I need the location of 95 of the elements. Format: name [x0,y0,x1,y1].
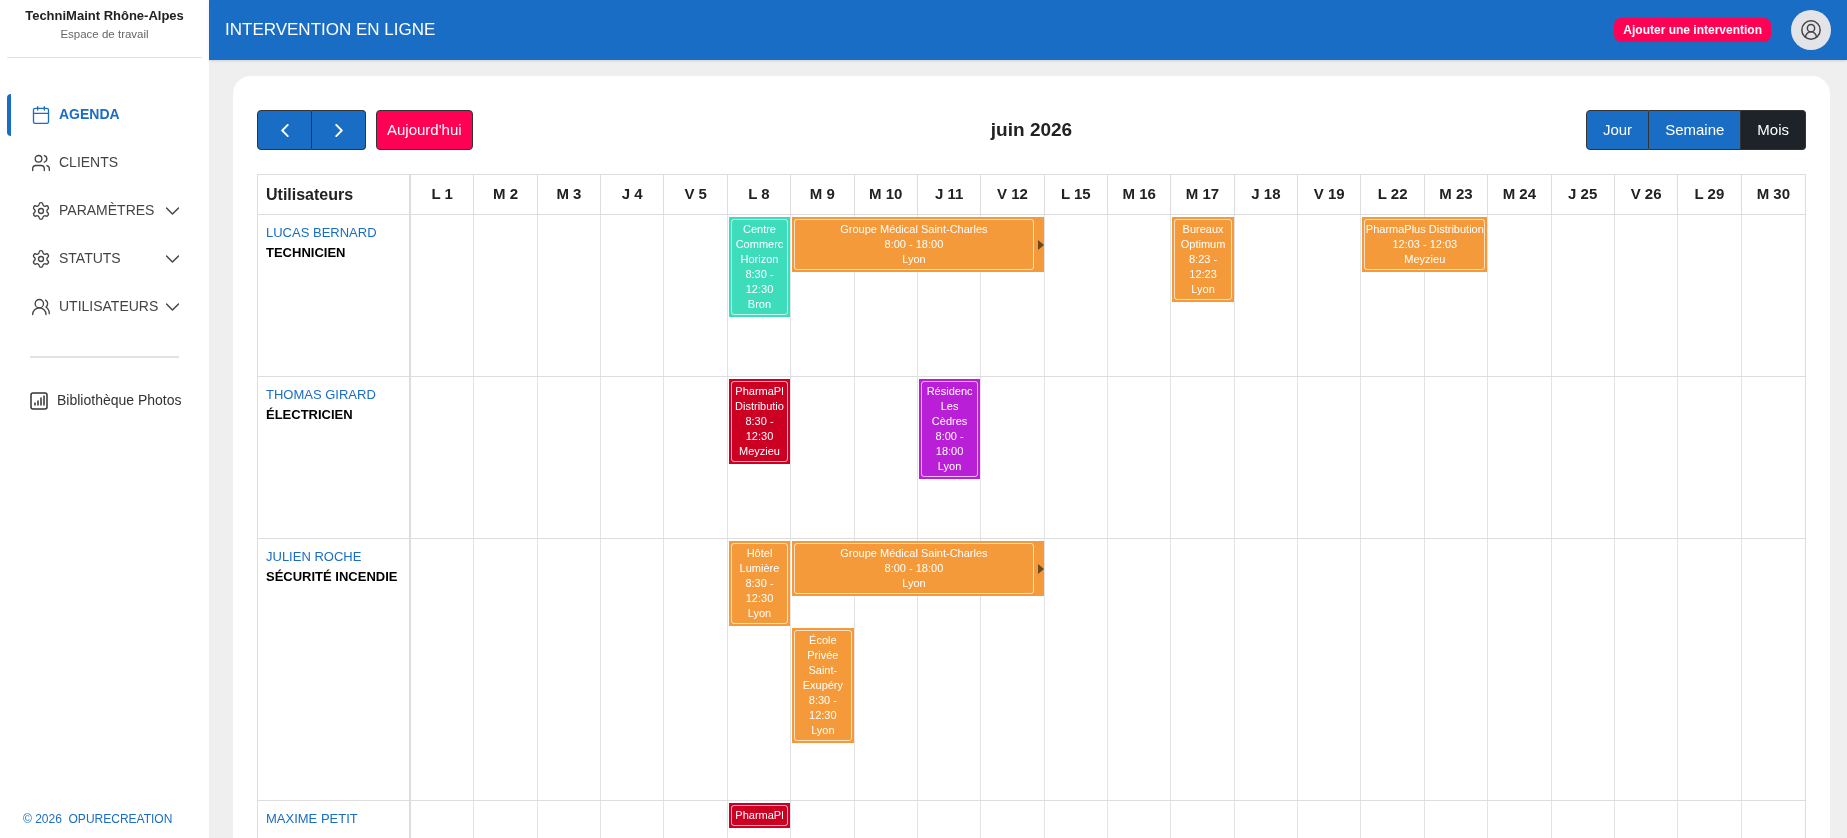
today-button[interactable]: Aujourd'hui [376,110,473,150]
sidebar-item[interactable]: UTILISATEURS [7,285,209,328]
view-tab[interactable]: Mois [1741,110,1806,150]
event-time: 8:30 - 12:30 [744,267,775,297]
view-tab[interactable]: Jour [1585,110,1650,150]
event-place: Lyon [746,606,773,621]
day-header: V 12 [997,184,1028,205]
day-header: M 30 [1756,184,1790,205]
day-header: M 2 [493,184,519,205]
chevron-left-icon [280,123,289,137]
users-icon [31,152,51,173]
day-header: J 25 [1568,184,1598,205]
sidebar-item-label: UTILISATEURS [59,297,159,317]
day-header: L 22 [1377,184,1408,205]
event-time: 8:00 - 18:00 [883,561,945,576]
event-place: Lyon [901,576,927,591]
event-title: PharmaPl Distributio [734,384,785,414]
page-title: INTERVENTION EN LIGNE [225,19,436,42]
event-place: Lyon [901,252,927,267]
copyright-text: © 2026 OPURECREATION [23,812,173,826]
sidebar-item[interactable]: CLIENTS [7,141,209,184]
avatar-button[interactable] [1791,10,1831,50]
event-title: Centre Commerc Horizon [734,222,785,267]
calendar-icon [31,104,51,125]
day-header: J 18 [1251,184,1281,205]
event-place: Bron [746,297,773,312]
event-time: 8:23 - 12:23 [1187,252,1219,282]
event-time: 8:30 - 12:30 [807,693,838,723]
sidebar-item-label: AGENDA [59,105,120,125]
day-header: V 5 [684,184,707,205]
event-time: 12:03 - 12:03 [1391,237,1459,252]
sidebar-item-label: PARAMÈTRES [59,201,155,221]
day-header: V 19 [1313,184,1345,205]
previous-button[interactable] [257,110,312,150]
sidebar-item-label: CLIENTS [59,153,119,173]
day-header: M 10 [869,184,903,205]
event-place: Lyon [936,459,963,474]
event-time: 8:00 - 18:00 [883,237,945,252]
event-place: Lyon [810,723,836,738]
day-header: M 24 [1502,184,1537,205]
event-title: Bureaux Optimum [1179,222,1227,252]
day-header: M 16 [1122,184,1156,205]
sidebar-item[interactable]: STATUTS [7,237,209,280]
next-button[interactable] [312,110,366,150]
event-card[interactable]: PharmaPl [728,803,791,828]
event-place: Lyon [1190,282,1216,297]
event-card[interactable]: PharmaPl Distributio 8:30 - 12:30 Meyzieu [728,379,791,464]
view-tab[interactable]: Semaine [1649,110,1742,150]
chart-icon [30,391,48,410]
column-header: Utilisateurs [266,184,354,205]
day-header: J 11 [934,184,964,205]
day-header: M 23 [1439,184,1473,205]
event-time: 8:30 - 12:30 [744,414,775,444]
sidebar-item[interactable]: Bibliothèque Photos [7,383,209,418]
event-place: Meyzieu [1403,252,1447,267]
day-header: M 17 [1185,184,1220,205]
user-name[interactable]: JULIEN ROCHE [266,547,409,567]
user-role: SÉCURITÉ INCENDIE [266,568,399,586]
user-icon [1800,19,1822,41]
workspace-subtitle: Espace de travail [59,26,150,42]
day-header: L 8 [748,184,770,205]
event-place: Meyzieu [738,444,781,459]
day-header: M 9 [809,184,835,205]
day-header: M 3 [556,184,582,205]
add-intervention-button[interactable]: Ajouter une intervention [1614,18,1771,42]
sidebar-item[interactable]: PARAMÈTRES [7,189,209,232]
sidebar-item[interactable]: AGENDA [7,93,209,136]
settings-icon [31,248,51,269]
event-title: Hôtel Lumière [738,546,781,576]
day-header: J 4 [621,184,643,205]
settings-icon [31,200,51,221]
period-title: juin 2026 [990,118,1073,140]
event-title: Résidenc Les Cèdres [925,384,974,429]
day-header: V 26 [1630,184,1662,205]
event-title: Groupe Médical Saint-Charles [839,222,989,237]
user-role: ÉLECTRICIEN [266,406,354,424]
event-title: PharmaPl [734,808,785,823]
day-header: L 15 [1060,184,1091,205]
event-time: 8:30 - 12:30 [744,576,775,606]
event-title: Groupe Médical Saint-Charles [839,546,989,561]
user-name[interactable]: LUCAS BERNARD [266,223,409,243]
day-header: L 1 [431,184,453,205]
event-card[interactable]: Résidenc Les Cèdres 8:00 - 18:00 Lyon [918,379,981,479]
chevron-right-icon [334,123,343,137]
event-title: PharmaPlus Distribution [1365,222,1485,237]
event-time: 8:00 - 18:00 [934,429,965,459]
user-name[interactable]: THOMAS GIRARD [266,385,409,405]
user-name[interactable]: MAXIME PETIT [266,809,409,829]
event-title: École Privée Saint-Exupéry [801,633,845,693]
sidebar-item-label: STATUTS [59,249,121,269]
company-name: TechniMaint Rhône-Alpes [24,7,185,25]
sidebar-item-label: Bibliothèque Photos [57,391,182,411]
users-icon [31,296,51,317]
user-role: TECHNICIEN [266,244,347,262]
day-header: L 29 [1694,184,1725,205]
